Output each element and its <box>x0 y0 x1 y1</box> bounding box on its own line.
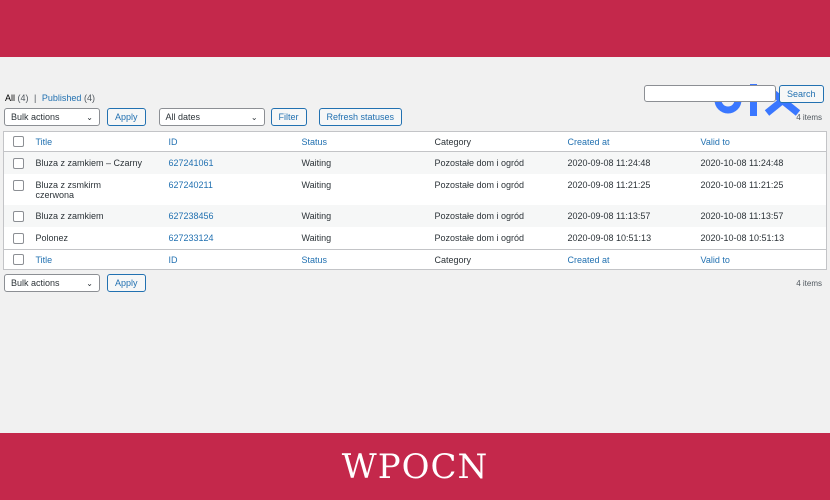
chevron-down-icon: ⌄ <box>86 112 93 122</box>
row-category: Pozostałe dom i ogród <box>434 180 525 191</box>
dates-select[interactable]: All dates ⌄ <box>158 108 265 126</box>
footer-column-created-at[interactable]: Created at <box>567 249 701 270</box>
bulk-actions-select-bottom[interactable]: Bulk actions ⌄ <box>4 274 100 292</box>
bulk-actions-select-top[interactable]: Bulk actions ⌄ <box>4 108 100 126</box>
select-all-cell-footer <box>3 249 36 270</box>
tablenav-top: Bulk actions ⌄ Apply All dates ⌄ Filter Re… <box>4 108 826 126</box>
column-valid-to[interactable]: Valid to <box>700 131 827 152</box>
row-checkbox[interactable] <box>13 233 24 245</box>
column-id[interactable]: ID <box>168 131 302 152</box>
row-title: Bluza z zsmkirm czerwona <box>35 180 102 201</box>
row-valid-to: 2020-10-08 11:24:48 <box>700 158 784 168</box>
column-status[interactable]: Status <box>301 131 435 152</box>
row-category: Pozostałe dom i ogród <box>434 158 525 168</box>
column-category: Category <box>434 131 568 152</box>
row-checkbox[interactable] <box>13 180 24 192</box>
search-input[interactable] <box>644 85 776 102</box>
footer-column-category: Category <box>434 249 568 270</box>
row-created-at: 2020-09-08 11:21:25 <box>567 180 651 191</box>
refresh-statuses-button[interactable]: Refresh statuses <box>318 108 403 126</box>
view-all-link[interactable]: All (4) <box>5 93 29 103</box>
footer-column-valid-to[interactable]: Valid to <box>700 249 827 270</box>
row-category: Pozostałe dom i ogród <box>434 211 525 222</box>
tablenav-bottom: Bulk actions ⌄ Apply 4 items <box>4 274 826 292</box>
row-id-cell: 627238456 <box>169 205 302 227</box>
row-checkbox-cell <box>4 227 36 250</box>
row-id-cell: 627241061 <box>169 152 302 175</box>
row-valid-to: 2020-10-08 11:21:25 <box>700 180 784 191</box>
chevron-down-icon: ⌄ <box>250 112 258 122</box>
view-filters: All (4) | Published (4) <box>5 93 95 103</box>
items-count-top: 4 items <box>796 112 822 122</box>
row-title: Polonez <box>35 233 69 244</box>
row-id-link[interactable]: 627233124 <box>169 233 214 243</box>
footer-column-status[interactable]: Status <box>301 249 435 270</box>
apply-button-bottom[interactable]: Apply <box>107 274 146 292</box>
row-status: Waiting <box>301 233 332 244</box>
select-all-checkbox-footer[interactable] <box>13 254 24 266</box>
row-id-cell: 627233124 <box>169 227 302 250</box>
listings-table: Title ID Status Category Created at Vali… <box>3 131 827 271</box>
footer-column-title[interactable]: Title <box>35 249 169 270</box>
row-id-link[interactable]: 627240211 <box>169 180 213 190</box>
row-id-link[interactable]: 627238456 <box>169 211 214 221</box>
table-row: Polonez 627233124 Waiting Pozostałe dom … <box>4 227 827 250</box>
row-status: Waiting <box>301 180 332 191</box>
row-title: Bluza z zamkiem – Czarny <box>35 158 143 168</box>
view-separator: | <box>34 93 37 103</box>
table-footer-row: Title ID Status Category Created at Vali… <box>3 249 827 270</box>
table-row: Bluza z zsmkirm czerwona 627240211 Waiti… <box>4 174 827 205</box>
row-status: Waiting <box>301 158 332 168</box>
apply-button-top[interactable]: Apply <box>107 108 146 126</box>
row-valid-to: 2020-10-08 11:13:57 <box>700 211 784 222</box>
table-row: Bluza z zamkiem 627238456 Waiting Pozost… <box>3 205 827 228</box>
column-title[interactable]: Title <box>35 131 169 152</box>
row-id-cell: 627240211 <box>169 174 302 205</box>
row-category: Pozostałe dom i ogród <box>434 233 525 244</box>
filter-button[interactable]: Filter <box>270 108 307 126</box>
row-created-at: 2020-09-08 11:13:57 <box>567 211 651 222</box>
column-created-at[interactable]: Created at <box>567 131 701 152</box>
row-checkbox-cell <box>4 174 36 205</box>
row-status: Waiting <box>301 211 332 222</box>
row-title: Bluza z zamkiem <box>35 211 104 222</box>
row-checkbox[interactable] <box>13 158 24 170</box>
footer-column-id[interactable]: ID <box>168 249 302 270</box>
row-id-link[interactable]: 627241061 <box>169 158 214 168</box>
select-all-checkbox[interactable] <box>13 136 24 148</box>
row-checkbox-cell <box>4 152 36 175</box>
view-published-link[interactable]: Published (4) <box>42 93 95 103</box>
row-created-at: 2020-09-08 11:24:48 <box>567 158 651 168</box>
row-checkbox[interactable] <box>13 211 24 223</box>
footer-brand-text: WPOCN <box>341 446 489 487</box>
row-checkbox-cell <box>4 205 36 227</box>
table-row: Bluza z zamkiem – Czarny 627241061 Waiti… <box>3 151 827 175</box>
row-created-at: 2020-09-08 10:51:13 <box>567 233 652 244</box>
table-header-row: Title ID Status Category Created at Vali… <box>3 131 827 152</box>
items-count-bottom: 4 items <box>796 278 822 288</box>
search-box: Search <box>644 85 824 103</box>
chevron-down-icon: ⌄ <box>86 278 93 288</box>
top-banner <box>0 0 830 57</box>
select-all-cell <box>3 131 36 152</box>
search-button[interactable]: Search <box>779 85 824 103</box>
row-valid-to: 2020-10-08 10:51:13 <box>700 233 785 244</box>
bottom-banner: WPOCN <box>0 433 830 500</box>
